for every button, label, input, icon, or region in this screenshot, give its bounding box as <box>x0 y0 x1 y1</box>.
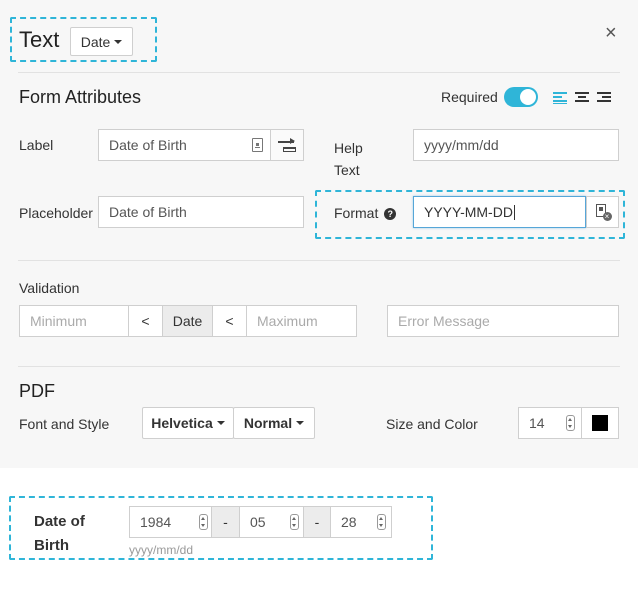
placeholder-input[interactable]: Date of Birth <box>98 196 304 228</box>
align-right-icon[interactable] <box>597 92 611 103</box>
preview-help-text: yyyy/mm/dd <box>129 543 194 557</box>
month-value: 05 <box>250 514 266 530</box>
error-message-input[interactable]: Error Message <box>387 305 619 337</box>
sync-icon <box>278 138 296 152</box>
date-separator: - <box>303 506 331 538</box>
maximum-placeholder: Maximum <box>257 313 318 329</box>
color-swatch <box>592 415 608 431</box>
help-text-input[interactable]: yyyy/mm/dd <box>413 129 619 161</box>
text-cursor <box>513 204 515 220</box>
separator-text: - <box>223 514 228 530</box>
format-label: Format ? <box>334 205 397 221</box>
label-input[interactable]: Date of Birth <box>98 129 271 161</box>
align-center-icon[interactable] <box>575 92 589 103</box>
required-label: Required <box>441 89 498 105</box>
form-attributes-heading: Form Attributes <box>19 87 142 107</box>
chevron-down-icon <box>296 421 305 425</box>
field-type-dropdown[interactable]: Date <box>70 27 133 56</box>
required-toggle[interactable] <box>504 87 538 107</box>
error-message-placeholder: Error Message <box>398 313 490 329</box>
divider <box>18 366 620 367</box>
day-stepper-icon[interactable] <box>377 514 386 530</box>
date-addon: Date <box>162 305 213 337</box>
maximum-input[interactable]: Maximum <box>246 305 357 337</box>
style-value: Normal <box>243 415 293 431</box>
month-stepper-icon[interactable] <box>290 514 299 530</box>
toggle-knob <box>520 89 536 105</box>
help-text-value: yyyy/mm/dd <box>424 137 499 153</box>
pdf-heading: PDF <box>19 381 55 401</box>
field-type-value: Date <box>80 33 111 50</box>
year-stepper-icon[interactable] <box>199 514 208 530</box>
font-style-label: Font and Style <box>19 416 110 432</box>
clear-format-button[interactable]: × <box>586 196 619 228</box>
divider <box>18 260 620 261</box>
font-size-stepper-icon[interactable] <box>566 415 575 431</box>
date-separator: - <box>211 506 240 538</box>
lt-operator-2: < <box>212 305 247 337</box>
close-icon[interactable]: × <box>605 22 617 45</box>
help-icon[interactable]: ? <box>384 208 397 221</box>
chevron-down-icon <box>216 421 225 425</box>
settings-panel: Text Date × Form Attributes Required Lab… <box>0 0 638 468</box>
style-dropdown[interactable]: Normal <box>233 407 315 439</box>
format-input[interactable]: YYYY-MM-DD <box>413 196 586 228</box>
minimum-placeholder: Minimum <box>30 313 87 329</box>
separator-text: - <box>314 514 320 530</box>
label-field-label: Label <box>19 137 54 153</box>
font-value: Helvetica <box>151 415 213 431</box>
color-picker-button[interactable] <box>581 407 619 439</box>
day-value: 28 <box>341 514 357 530</box>
minimum-input[interactable]: Minimum <box>19 305 129 337</box>
validation-heading: Validation <box>19 280 80 296</box>
format-value: YYYY-MM-DD <box>424 204 513 220</box>
clipboard-icon[interactable] <box>252 138 263 152</box>
lt-symbol: < <box>141 313 150 329</box>
year-value: 1984 <box>140 514 172 530</box>
date-addon-label: Date <box>172 313 203 329</box>
lt-symbol: < <box>225 313 234 329</box>
font-size-value: 14 <box>529 415 545 431</box>
sync-label-button[interactable] <box>270 129 304 161</box>
clipboard-clear-icon: × <box>594 203 612 221</box>
field-title: Text <box>19 27 60 52</box>
help-text-label: Help Text <box>334 140 363 178</box>
preview-label: Date of Birth <box>34 513 85 554</box>
align-left-icon[interactable] <box>553 92 567 104</box>
placeholder-value: Date of Birth <box>109 204 187 220</box>
size-color-label: Size and Color <box>386 416 478 432</box>
format-label-text: Format <box>334 205 379 221</box>
placeholder-label: Placeholder <box>19 205 93 221</box>
chevron-down-icon <box>114 39 123 44</box>
divider <box>18 72 620 73</box>
label-input-value: Date of Birth <box>109 137 187 153</box>
font-dropdown[interactable]: Helvetica <box>142 407 234 439</box>
lt-operator-1: < <box>128 305 163 337</box>
